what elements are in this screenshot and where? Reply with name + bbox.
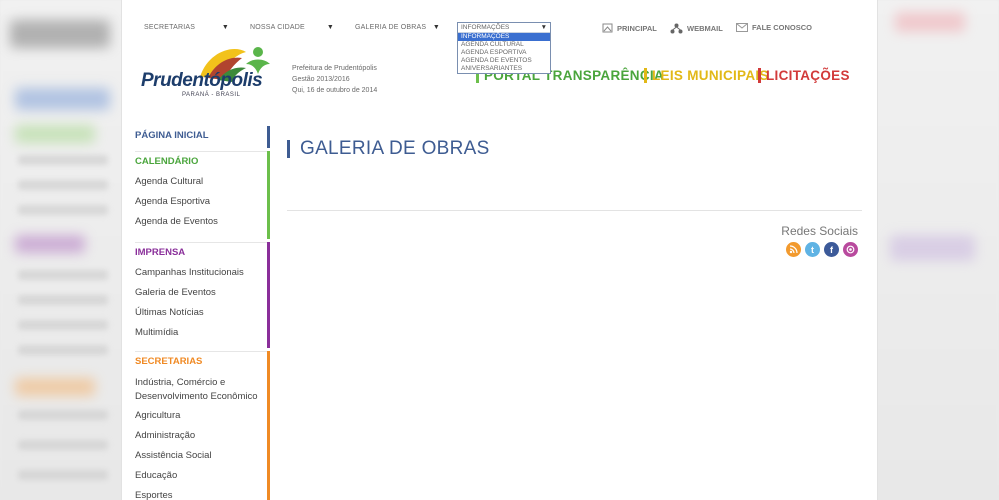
blurred-block [15, 125, 95, 143]
leis-municipais-link[interactable]: LEIS MUNICIPAIS [644, 68, 769, 83]
dropdown-option[interactable]: ANIVERSARIANTES [458, 65, 550, 73]
secretarias-select[interactable]: SECRETARIAS ▼ [144, 20, 229, 34]
sidebar-item-galeria-eventos[interactable]: Galeria de Eventos [135, 283, 270, 303]
blurred-block [895, 12, 965, 32]
sidebar-section-imprensa: IMPRENSA Campanhas Institucionais Galeri… [122, 242, 270, 348]
dropdown-option[interactable]: INFORMAÇÕES [458, 33, 550, 41]
galeria-de-obras-select-label: GALERIA DE OBRAS [355, 23, 427, 31]
sidebar-heading-calendario: CALENDÁRIO [135, 156, 199, 167]
sidebar-item-assistencia-social[interactable]: Assistência Social [135, 446, 270, 466]
sidebar-item-administracao[interactable]: Administração [135, 426, 270, 446]
dropdown-option[interactable]: AGENDA ESPORTIVA [458, 49, 550, 57]
sidebar-item-agenda-de-eventos[interactable]: Agenda de Eventos [135, 212, 270, 232]
caret-down-icon: ▼ [326, 23, 334, 31]
webmail-icon [670, 23, 683, 34]
sidebar-item-campanhas[interactable]: Campanhas Institucionais [135, 263, 270, 283]
webmail-link[interactable]: WEBMAIL [670, 23, 723, 34]
sidebar-item-ultimas-noticias[interactable]: Últimas Notícias [135, 303, 270, 323]
divider [287, 210, 862, 211]
sidebar-menu: PÁGINA INICIAL CALENDÁRIO Agenda Cultura… [122, 126, 270, 500]
fale-conosco-link[interactable]: FALE CONOSCO [736, 23, 812, 32]
dropdown-option[interactable]: AGENDA CULTURAL [458, 41, 550, 49]
envelope-icon [736, 23, 748, 32]
sidebar-section-home: PÁGINA INICIAL [122, 126, 270, 148]
sidebar-item-educacao[interactable]: Educação [135, 466, 270, 486]
blurred-block [15, 88, 110, 110]
blurred-block [15, 235, 85, 253]
dropdown-option[interactable]: AGENDA DE EVENTOS [458, 57, 550, 65]
sidebar-item-agenda-cultural[interactable]: Agenda Cultural [135, 172, 270, 192]
logo-text: Prudentópolis [141, 70, 263, 91]
sidebar-item-agricultura[interactable]: Agricultura [135, 406, 270, 426]
informacoes-dropdown-header[interactable]: INFORMAÇÕES ▼ [458, 23, 550, 33]
social-networks: Redes Sociais t f [781, 224, 858, 257]
caret-down-icon: ▼ [432, 23, 440, 31]
licitacoes-link[interactable]: LICITAÇÕES [758, 68, 850, 83]
galeria-de-obras-select[interactable]: GALERIA DE OBRAS ▼ [355, 20, 440, 34]
blurred-block [15, 378, 95, 396]
sidebar-heading-imprensa: IMPRENSA [135, 247, 186, 258]
sidebar-item-industria[interactable]: Indústria, Comércio e Desenvolvimento Ec… [135, 372, 270, 406]
social-icons: t f [781, 242, 858, 257]
rss-icon[interactable] [786, 242, 801, 257]
sidebar-heading-secretarias: SECRETARIAS [135, 356, 203, 367]
principal-link-label: PRINCIPAL [617, 23, 657, 33]
nossa-cidade-select-label: NOSSA CIDADE [250, 23, 305, 31]
date-text: Qui, 16 de outubro de 2014 [292, 87, 378, 94]
page-title: GALERIA DE OBRAS [287, 139, 862, 158]
twitter-icon[interactable]: t [805, 242, 820, 257]
caret-down-icon: ▼ [540, 24, 547, 31]
prefeitura-text: Prefeitura de Prudentópolis [292, 65, 377, 72]
informacoes-dropdown-value: INFORMAÇÕES [461, 24, 510, 31]
fale-conosco-link-label: FALE CONOSCO [752, 23, 813, 32]
instagram-icon[interactable] [843, 242, 858, 257]
redes-sociais-label: Redes Sociais [781, 224, 858, 238]
principal-link[interactable]: PRINCIPAL [602, 23, 657, 33]
web-page: SECRETARIAS ▼ NOSSA CIDADE ▼ GALERIA DE … [122, 0, 877, 500]
blurred-block [10, 20, 110, 48]
prudentopolis-logo[interactable]: Prudentópolis PARANÁ - BRASIL [138, 42, 278, 102]
gestao-info: Prefeitura de Prudentópolis Gestão 2013/… [292, 63, 377, 96]
main-content: GALERIA DE OBRAS Redes Sociais t f [287, 139, 862, 257]
gestao-text: Gestão 2013/2016 [292, 76, 350, 83]
nossa-cidade-select[interactable]: NOSSA CIDADE ▼ [250, 20, 334, 34]
webmail-link-label: WEBMAIL [687, 24, 723, 33]
blurred-block [890, 235, 975, 261]
logo-subtitle: PARANÁ - BRASIL [182, 92, 241, 98]
sidebar-item-multimidia[interactable]: Multimídia [135, 323, 270, 343]
secretarias-select-label: SECRETARIAS [144, 23, 196, 31]
sidebar-item-esportes[interactable]: Esportes [135, 486, 270, 500]
sidebar-item-agenda-esportiva[interactable]: Agenda Esportiva [135, 192, 270, 212]
informacoes-dropdown[interactable]: INFORMAÇÕES ▼ INFORMAÇÕES AGENDA CULTURA… [457, 22, 551, 74]
facebook-icon[interactable]: f [824, 242, 839, 257]
caret-down-icon: ▼ [221, 23, 229, 31]
sidebar-item-pagina-inicial[interactable]: PÁGINA INICIAL [135, 126, 270, 146]
top-navigation: SECRETARIAS ▼ NOSSA CIDADE ▼ GALERIA DE … [122, 6, 877, 74]
principal-icon [602, 23, 613, 33]
sidebar-section-calendario: CALENDÁRIO Agenda Cultural Agenda Esport… [122, 151, 270, 239]
sidebar-section-secretarias: SECRETARIAS Indústria, Comércio e Desenv… [122, 351, 270, 500]
